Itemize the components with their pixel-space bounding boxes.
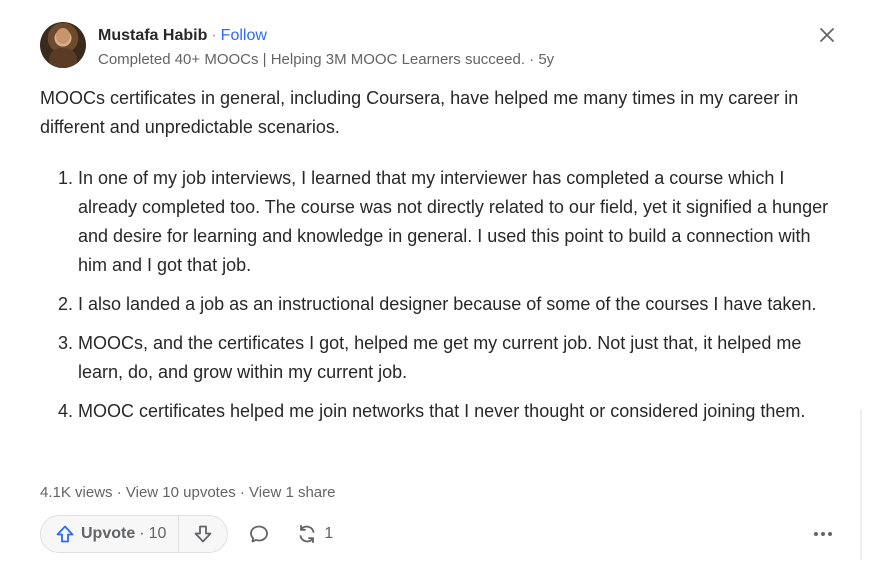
view-upvotes-link[interactable]: View 10 upvotes	[126, 484, 236, 501]
answer-card: Mustafa Habib · Follow Completed 40+ MOO…	[0, 0, 874, 586]
stats-separator: ·	[112, 484, 126, 501]
view-shares-link[interactable]: View 1 share	[249, 484, 335, 501]
arrow-down-icon	[194, 525, 212, 543]
answer-content: MOOCs certificates in general, including…	[40, 84, 840, 436]
answer-header: Mustafa Habib · Follow Completed 40+ MOO…	[40, 22, 554, 70]
stats-separator: ·	[235, 484, 250, 501]
author-meta: Mustafa Habib · Follow Completed 40+ MOO…	[98, 26, 554, 70]
comment-icon	[250, 525, 269, 543]
name-separator: ·	[211, 27, 217, 44]
upvote-separator: ·	[139, 525, 145, 542]
close-icon	[820, 28, 834, 42]
upvote-label: Upvote	[81, 525, 136, 542]
answer-points-list: In one of my job interviews, I learned t…	[40, 164, 840, 426]
more-icon	[814, 532, 832, 536]
close-button[interactable]	[816, 24, 838, 46]
author-name-line: Mustafa Habib · Follow	[98, 26, 554, 46]
follow-button[interactable]: Follow	[221, 26, 267, 46]
upvote-button[interactable]: Upvote · 10	[41, 516, 180, 552]
arrow-up-icon	[56, 525, 74, 543]
list-item: MOOC certificates helped me join network…	[78, 397, 840, 426]
list-item: MOOCs, and the certificates I got, helpe…	[78, 329, 840, 387]
author-name[interactable]: Mustafa Habib	[98, 26, 207, 46]
action-bar: Upvote · 10 1	[40, 514, 838, 554]
more-options-button[interactable]	[808, 514, 838, 554]
avatar[interactable]	[40, 22, 86, 68]
share-icon	[299, 524, 315, 544]
downvote-button[interactable]	[179, 516, 227, 552]
avatar-body	[49, 48, 77, 68]
answer-stats: 4.1K views · View 10 upvotes · View 1 sh…	[40, 483, 336, 503]
scroll-edge	[860, 410, 862, 560]
list-item: I also landed a job as an instructional …	[78, 290, 840, 319]
answer-intro: MOOCs certificates in general, including…	[40, 88, 799, 137]
vote-pill: Upvote · 10	[40, 515, 229, 553]
upvote-count: 10	[148, 525, 167, 542]
views-count: 4.1K views	[40, 484, 113, 501]
share-button[interactable]: 1	[290, 515, 339, 553]
list-item: In one of my job interviews, I learned t…	[78, 164, 840, 280]
share-count: 1	[324, 525, 334, 542]
author-credential[interactable]: Completed 40+ MOOCs | Helping 3M MOOC Le…	[98, 50, 554, 70]
comment-button[interactable]	[242, 515, 276, 553]
avatar-head	[56, 28, 70, 44]
